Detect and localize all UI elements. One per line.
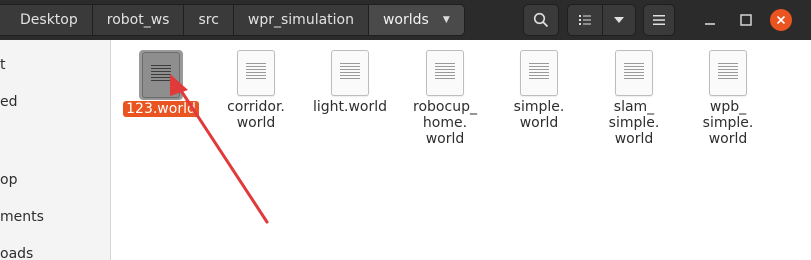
breadcrumb: Desktop robot_ws src wpr_simulation worl… <box>0 4 465 36</box>
file-name: corridor. world <box>227 99 285 131</box>
sidebar-item[interactable]: ments <box>0 209 44 225</box>
maximize-icon <box>740 14 752 26</box>
chevron-down-icon: ▼ <box>442 15 450 25</box>
sidebar-item[interactable]: op <box>0 172 17 188</box>
file-item[interactable]: corridor. world <box>209 50 303 131</box>
sidebar: t ed op ments oads <box>0 40 111 260</box>
file-name: wpb_ simple. world <box>702 99 754 147</box>
view-options-button[interactable] <box>602 4 636 36</box>
file-name: simple. world <box>513 99 565 131</box>
close-icon <box>776 15 786 25</box>
text-file-icon <box>615 50 653 96</box>
breadcrumb-label: wpr_simulation <box>247 12 354 28</box>
text-file-icon <box>520 50 558 96</box>
search-icon <box>533 12 549 28</box>
sidebar-item[interactable]: ed <box>0 94 18 110</box>
file-item[interactable]: light.world <box>303 50 397 115</box>
file-item[interactable]: slam_ simple. world <box>587 50 681 147</box>
view-toggle-button[interactable] <box>567 4 603 36</box>
file-item[interactable]: 123.world <box>114 50 208 117</box>
file-item[interactable]: simple. world <box>492 50 586 131</box>
search-button[interactable] <box>523 4 559 36</box>
file-name: light.world <box>312 99 388 115</box>
breadcrumb-label: robot_ws <box>106 12 170 28</box>
text-file-icon <box>426 50 464 96</box>
chevron-down-icon <box>614 17 624 23</box>
breadcrumb-worlds[interactable]: worlds ▼ <box>367 4 465 36</box>
breadcrumb-robot-ws[interactable]: robot_ws <box>91 4 185 36</box>
thumbnail-highlight <box>139 50 183 100</box>
text-file-icon <box>142 52 180 98</box>
text-file-icon <box>237 50 275 96</box>
breadcrumb-wpr-simulation[interactable]: wpr_simulation <box>232 4 369 36</box>
maximize-button[interactable] <box>734 8 758 32</box>
sidebar-item[interactable]: oads <box>0 246 33 260</box>
file-name: robocup_ home. world <box>413 99 477 147</box>
file-name: slam_ simple. world <box>608 99 660 147</box>
file-grid: 123.world corridor. world light.world ro… <box>111 40 811 260</box>
header-bar: Desktop robot_ws src wpr_simulation worl… <box>0 0 811 40</box>
file-item[interactable]: wpb_ simple. world <box>681 50 775 147</box>
breadcrumb-label: worlds <box>382 12 429 28</box>
breadcrumb-label: src <box>198 12 219 28</box>
file-name: 123.world <box>123 101 199 117</box>
minimize-icon <box>705 23 715 25</box>
breadcrumb-src[interactable]: src <box>183 4 234 36</box>
close-button[interactable] <box>770 9 792 31</box>
breadcrumb-label: Desktop <box>20 12 78 28</box>
text-file-icon <box>331 50 369 96</box>
list-view-icon <box>579 15 591 25</box>
hamburger-menu-icon <box>653 15 665 25</box>
text-file-icon <box>709 50 747 96</box>
minimize-button[interactable] <box>698 8 722 32</box>
sidebar-item[interactable]: t <box>0 57 6 73</box>
main-menu-button[interactable] <box>643 4 675 36</box>
file-item[interactable]: robocup_ home. world <box>398 50 492 147</box>
breadcrumb-desktop[interactable]: Desktop <box>0 4 93 36</box>
